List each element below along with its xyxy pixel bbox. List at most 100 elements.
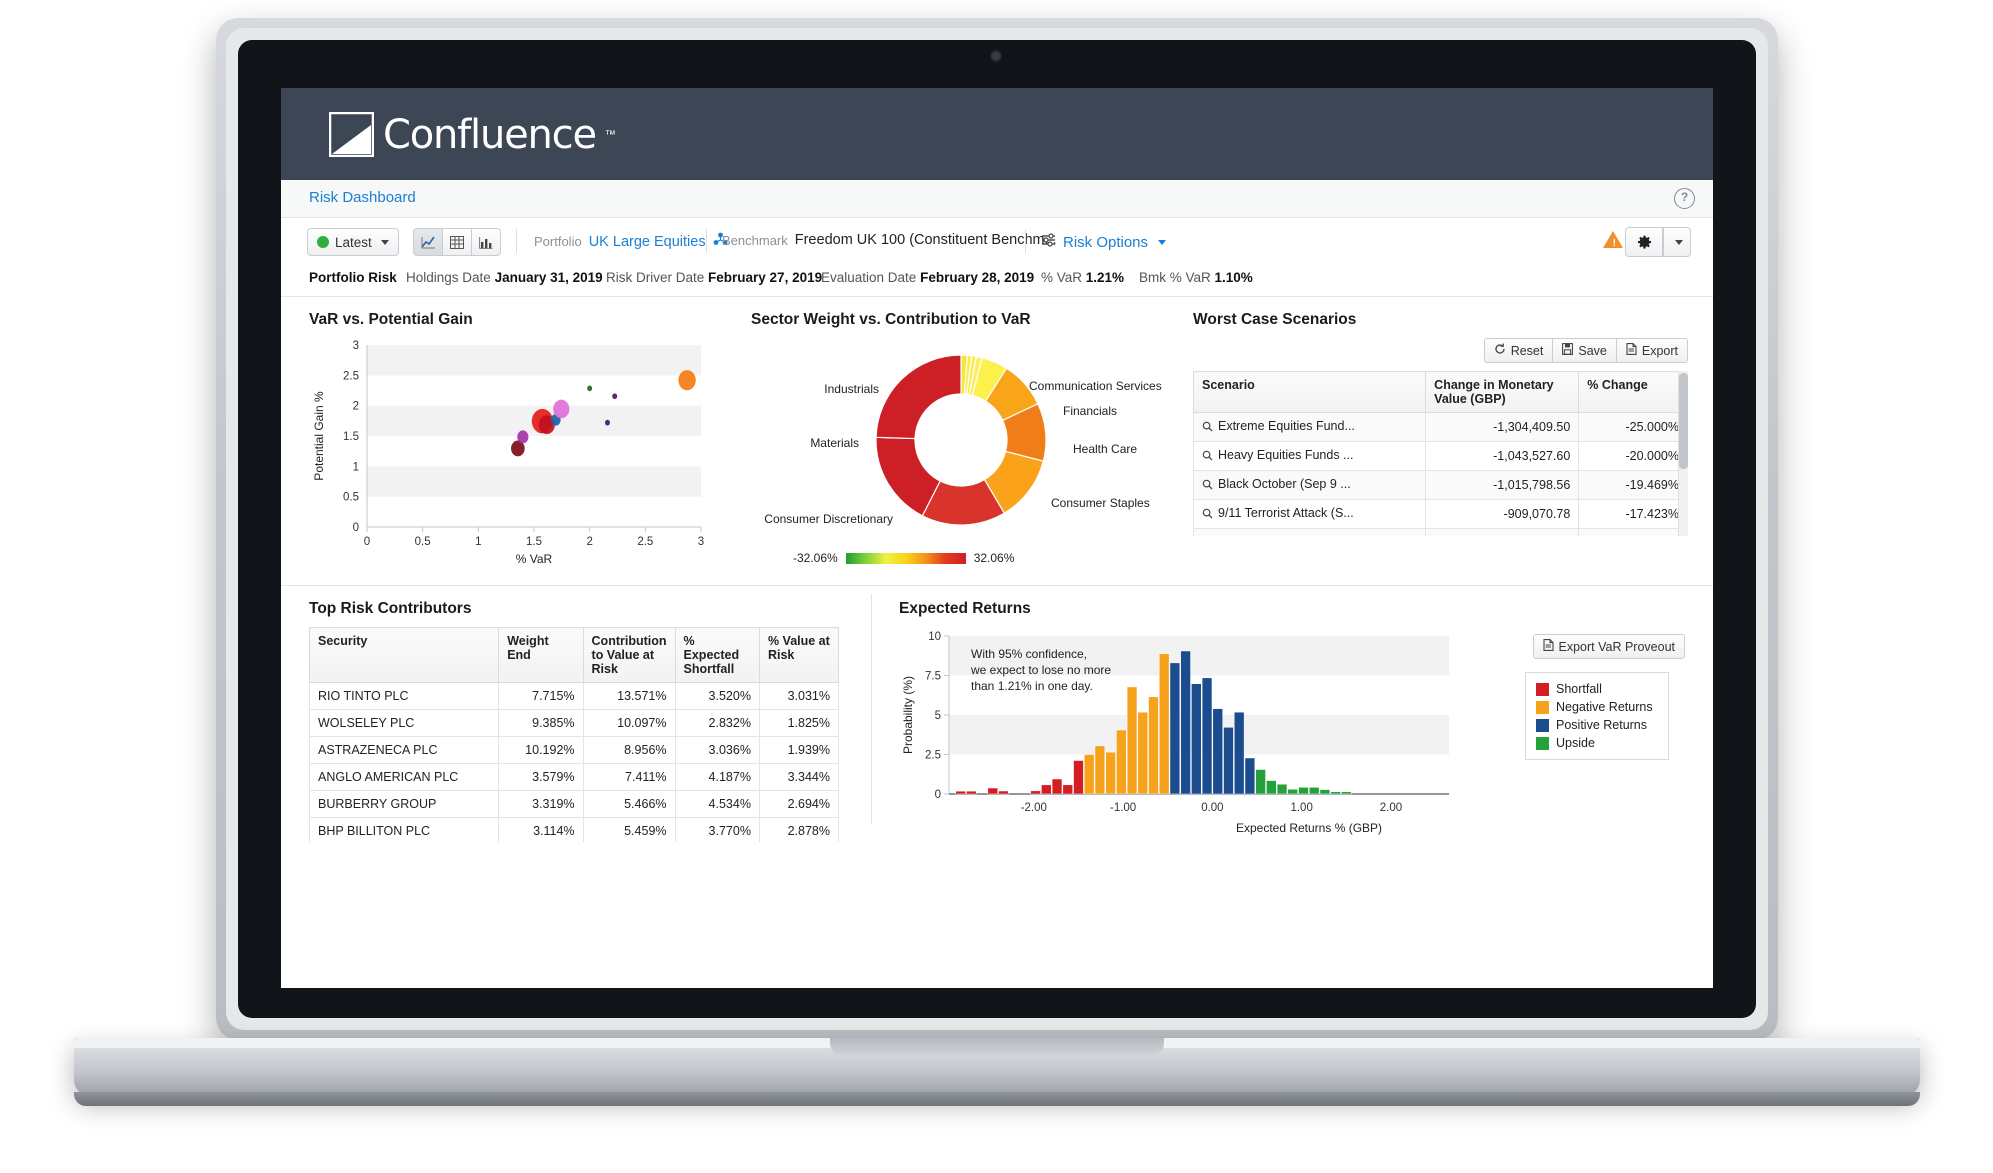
histogram-bar[interactable] xyxy=(1180,650,1191,795)
histogram-bar[interactable] xyxy=(1276,783,1288,795)
legend-item[interactable]: Negative Returns xyxy=(1536,698,1658,716)
view-mode-segmented-control[interactable] xyxy=(413,228,501,256)
histogram-bar[interactable] xyxy=(987,787,998,795)
histogram-bar[interactable] xyxy=(1319,789,1331,795)
export-button[interactable]: Export xyxy=(1616,338,1688,363)
search-icon[interactable] xyxy=(1202,479,1213,493)
scenario-cell[interactable]: Black October (Sep 9 ... xyxy=(1193,470,1427,500)
table-row[interactable]: ANGLO AMERICAN PLC 3.579% 7.411% 4.187% 3.34… xyxy=(309,763,839,791)
help-icon[interactable]: ? xyxy=(1674,188,1695,209)
portfolio-value[interactable]: UK Large Equities xyxy=(589,234,706,250)
scatter-point[interactable] xyxy=(553,399,570,419)
histogram-bar[interactable] xyxy=(1073,760,1084,795)
histogram-bar[interactable] xyxy=(1330,791,1341,795)
save-button[interactable]: Save xyxy=(1553,338,1617,363)
histogram-bar[interactable] xyxy=(1223,727,1234,795)
table-row[interactable]: 9/11 Terrorist Attack (S... -909,070.78 -1… xyxy=(1193,499,1688,529)
table-row[interactable]: WOLSELEY PLC 9.385% 10.097% 2.832% 1.825% xyxy=(309,709,839,737)
gear-icon[interactable] xyxy=(1625,227,1663,257)
col-change-monetary[interactable]: Change in Monetary Value (GBP) xyxy=(1425,371,1580,413)
col-security[interactable]: Security xyxy=(309,627,500,683)
search-icon[interactable] xyxy=(1202,421,1213,435)
table-row[interactable]: RIO TINTO PLC 7.715% 13.571% 3.520% 3.031% xyxy=(309,682,839,710)
histogram-bar[interactable] xyxy=(1169,662,1181,795)
portfolio-selector[interactable]: Portfolio UK Large Equities xyxy=(534,232,728,251)
benchmark-selector[interactable]: Benchmark Freedom UK 100 (Constituent Be… xyxy=(722,232,1057,248)
grid-table-icon[interactable] xyxy=(443,228,472,256)
table-row[interactable]: BHP BILLITON PLC 3.114% 5.459% 3.770% 2.878% xyxy=(309,817,839,842)
breadcrumb[interactable]: Risk Dashboard xyxy=(309,189,416,206)
table-row[interactable]: ASTRAZENECA PLC 10.192% 8.956% 3.036% 1.939% xyxy=(309,736,839,764)
table-row[interactable]: Extreme Equities Fund... -1,304,409.50 -25… xyxy=(1193,412,1688,442)
top-risk-table-viewport[interactable]: Security Weight End Contribution to Valu… xyxy=(309,627,839,842)
histogram-bar[interactable] xyxy=(1116,729,1127,795)
scenario-cell[interactable]: Severe Equities Funds... xyxy=(1193,528,1427,536)
histogram-bar[interactable] xyxy=(1105,751,1116,795)
table-row[interactable]: Severe Equities Funds... -782,645.70-15.0… xyxy=(1193,528,1688,536)
settings-button-group[interactable] xyxy=(1625,227,1691,257)
histogram-bar[interactable] xyxy=(1126,686,1138,795)
risk-options-label[interactable]: Risk Options xyxy=(1063,234,1148,251)
histogram-bar[interactable] xyxy=(1062,784,1073,795)
histogram-bar[interactable] xyxy=(1266,780,1277,795)
col-contribution-var[interactable]: Contribution to Value at Risk xyxy=(582,627,676,683)
chevron-down-icon[interactable] xyxy=(1158,239,1167,245)
histogram-bar[interactable] xyxy=(1255,769,1266,795)
histogram-bar[interactable] xyxy=(1041,784,1052,795)
scatter-point[interactable] xyxy=(612,393,618,400)
histogram-bar[interactable] xyxy=(1191,683,1202,795)
histogram-bar[interactable] xyxy=(1051,778,1063,795)
histogram-bar[interactable] xyxy=(1094,745,1106,795)
histogram-bar[interactable] xyxy=(1084,754,1095,795)
histogram-bar[interactable] xyxy=(1201,677,1213,795)
histogram-bar[interactable] xyxy=(955,790,966,795)
scenario-cell[interactable]: Heavy Equities Funds ... xyxy=(1193,441,1427,471)
line-chart-icon[interactable] xyxy=(413,228,443,256)
legend-item[interactable]: Shortfall xyxy=(1536,680,1658,698)
histogram-bar[interactable] xyxy=(1234,711,1245,795)
legend-item[interactable]: Upside xyxy=(1536,734,1658,752)
histogram-bar[interactable] xyxy=(1287,789,1298,795)
table-row[interactable]: BURBERRY GROUP 3.319% 5.466% 4.534% 2.694% xyxy=(309,790,839,818)
col-weight-end[interactable]: Weight End xyxy=(498,627,584,683)
latest-dropdown-button[interactable]: Latest xyxy=(307,228,399,256)
histogram-bar[interactable] xyxy=(1309,787,1320,795)
histogram-bar[interactable] xyxy=(1212,708,1223,795)
histogram-bar[interactable] xyxy=(1341,791,1352,795)
col-pct-change[interactable]: % Change xyxy=(1578,371,1688,413)
col-value-at-risk[interactable]: % Value at Risk xyxy=(758,627,839,683)
histogram-bar[interactable] xyxy=(1148,696,1159,795)
confluence-logo[interactable]: Confluence ™ xyxy=(328,111,616,158)
scenario-cell[interactable]: 9/11 Terrorist Attack (S... xyxy=(1193,499,1427,529)
worst-case-scrollbar[interactable] xyxy=(1678,371,1688,536)
table-row[interactable]: Black October (Sep 9 ... -1,015,798.56 -19… xyxy=(1193,470,1688,500)
search-icon[interactable] xyxy=(1202,508,1213,522)
col-expected-shortfall[interactable]: % Expected Shortfall xyxy=(674,627,760,683)
histogram-bar[interactable] xyxy=(998,790,1009,795)
bar-chart-icon[interactable] xyxy=(472,228,501,256)
histogram-bar[interactable] xyxy=(966,790,977,795)
donut-slice[interactable] xyxy=(875,354,962,440)
histogram-bar[interactable] xyxy=(1159,653,1170,795)
reset-button[interactable]: Reset xyxy=(1483,338,1554,363)
histogram-bar[interactable] xyxy=(1298,787,1309,795)
scatter-point[interactable] xyxy=(678,370,696,391)
scatter-point[interactable] xyxy=(605,419,610,426)
histogram-bar[interactable] xyxy=(1137,711,1148,795)
scatter-point[interactable] xyxy=(517,430,529,444)
worst-case-table-viewport[interactable]: Scenario Change in Monetary Value (GBP) … xyxy=(1193,371,1688,536)
sliders-icon[interactable] xyxy=(1041,232,1056,252)
scenario-cell[interactable]: Extreme Equities Fund... xyxy=(1193,412,1427,442)
histogram-bar[interactable] xyxy=(1030,790,1041,795)
benchmark-value[interactable]: Freedom UK 100 (Constituent Benchm... xyxy=(795,232,1057,248)
histogram-bar[interactable] xyxy=(1244,757,1256,795)
scatter-point[interactable] xyxy=(587,385,593,392)
col-scenario[interactable]: Scenario xyxy=(1193,371,1427,413)
risk-options-group[interactable]: Risk Options xyxy=(1041,232,1167,252)
search-icon[interactable] xyxy=(1202,450,1213,464)
legend-item[interactable]: Positive Returns xyxy=(1536,716,1658,734)
table-row[interactable]: Heavy Equities Funds ... -1,043,527.60 -20… xyxy=(1193,441,1688,471)
settings-chevron-button[interactable] xyxy=(1663,227,1691,257)
worst-case-scroll-thumb[interactable] xyxy=(1679,373,1688,469)
export-proveout-button[interactable]: Export VaR Proveout xyxy=(1532,634,1685,659)
